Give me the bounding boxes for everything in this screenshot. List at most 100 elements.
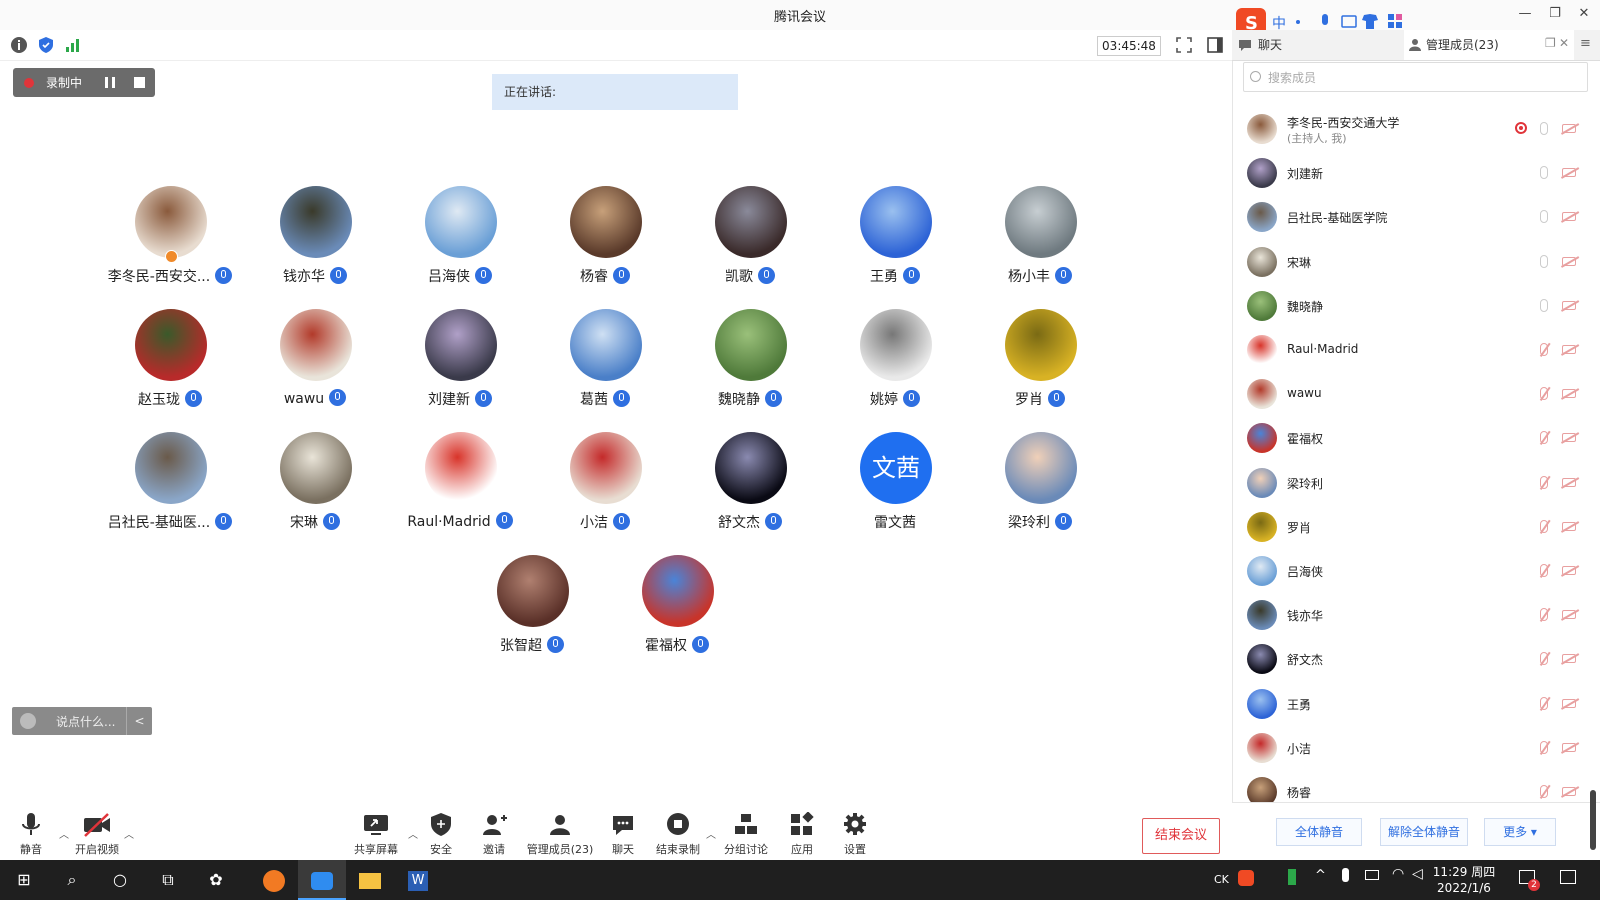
popout-icon[interactable]: ❐ xyxy=(1545,36,1556,50)
mic-muted-icon[interactable] xyxy=(1540,519,1548,533)
mic-muted-icon[interactable] xyxy=(1540,696,1548,710)
member-row[interactable]: 罗肖 xyxy=(1247,506,1587,546)
scrollbar[interactable] xyxy=(1590,790,1596,850)
member-search-input[interactable]: 搜索成员 xyxy=(1243,62,1588,92)
menu-icon[interactable]: ≡ xyxy=(1580,36,1591,51)
video-off-icon[interactable] xyxy=(1562,168,1576,178)
signal-icon[interactable] xyxy=(64,36,82,54)
close-panel-icon[interactable]: ✕ xyxy=(1559,36,1569,50)
participant-tile[interactable]: 罗肖 xyxy=(966,309,1114,425)
participant-tile[interactable]: 刘建新 xyxy=(386,309,534,425)
wifi-icon[interactable]: ◠ xyxy=(1392,866,1404,882)
chevron-up-icon[interactable]: ︿ xyxy=(124,826,134,841)
search-icon[interactable]: ⌕ xyxy=(48,860,96,900)
emoji-icon[interactable] xyxy=(20,713,36,729)
member-row[interactable]: 钱亦华 xyxy=(1247,594,1587,634)
power-icon[interactable] xyxy=(1365,870,1379,880)
file-explorer-icon[interactable] xyxy=(346,860,394,900)
participant-tile[interactable]: 杨小丰 xyxy=(966,186,1114,302)
participant-tile[interactable]: 梁玲利 xyxy=(966,432,1114,548)
video-off-icon[interactable] xyxy=(1562,433,1576,443)
microphone-icon[interactable] xyxy=(1540,166,1548,180)
participant-tile[interactable]: 李冬民-西安交... xyxy=(96,186,244,302)
mute-all-button[interactable]: 全体静音 xyxy=(1276,818,1362,846)
microphone-icon[interactable] xyxy=(1540,210,1548,224)
minimize-button[interactable]: — xyxy=(1515,4,1535,24)
invite-button[interactable]: 邀请 xyxy=(459,812,529,856)
action-center-icon[interactable] xyxy=(1560,870,1576,884)
microphone-icon[interactable] xyxy=(1540,254,1548,268)
info-icon[interactable] xyxy=(10,36,28,54)
mic-muted-icon[interactable] xyxy=(1540,387,1548,401)
video-off-icon[interactable] xyxy=(1562,389,1576,399)
mic-muted-icon[interactable] xyxy=(1540,431,1548,445)
participant-tile[interactable]: 王勇 xyxy=(821,186,969,302)
video-off-icon[interactable] xyxy=(1562,212,1576,222)
video-off-icon[interactable] xyxy=(1562,256,1576,266)
tencent-meeting-icon[interactable] xyxy=(298,860,346,900)
cortana-icon[interactable]: ○ xyxy=(96,860,144,900)
firefox-icon[interactable] xyxy=(250,860,298,900)
manage-members-button[interactable]: 管理成员(23) xyxy=(524,812,596,856)
microphone-icon[interactable] xyxy=(1540,122,1548,135)
microphone-icon[interactable] xyxy=(1540,298,1548,312)
sidebar-toggle-icon[interactable] xyxy=(1206,36,1224,54)
app-icon[interactable]: ✿ xyxy=(192,860,240,900)
video-off-icon[interactable] xyxy=(1562,124,1576,133)
member-row[interactable]: 刘建新 xyxy=(1247,152,1587,192)
member-row[interactable]: 舒文杰 xyxy=(1247,638,1587,678)
video-off-icon[interactable] xyxy=(1562,477,1576,487)
participant-tile[interactable]: 文茜 雷文茜 xyxy=(821,432,969,548)
participant-tile[interactable]: 宋琳 xyxy=(241,432,389,548)
mic-muted-icon[interactable] xyxy=(1540,608,1548,622)
close-button[interactable]: ✕ xyxy=(1574,4,1594,24)
participant-tile[interactable]: 姚婷 xyxy=(821,309,969,425)
member-row[interactable]: 魏晓静 xyxy=(1247,285,1587,325)
member-row[interactable]: 吕社民-基础医学院 xyxy=(1247,196,1587,236)
ime-indicator[interactable]: CK xyxy=(1214,873,1229,886)
mic-muted-icon[interactable] xyxy=(1540,343,1548,356)
stop-recording-button[interactable] xyxy=(128,70,152,95)
end-recording-button[interactable]: 结束录制 xyxy=(643,812,713,856)
participant-tile[interactable]: 葛茜 xyxy=(531,309,679,425)
video-off-icon[interactable] xyxy=(1562,566,1576,575)
video-off-icon[interactable] xyxy=(1562,610,1576,620)
start-video-button[interactable]: 开启视频 xyxy=(62,812,132,856)
tab-chat[interactable]: 聊天 xyxy=(1236,30,1396,60)
mic-muted-icon[interactable] xyxy=(1540,740,1548,754)
participant-tile[interactable]: Raul·Madrid xyxy=(386,432,534,548)
member-row[interactable]: 小洁 xyxy=(1247,727,1587,767)
video-off-icon[interactable] xyxy=(1562,345,1576,354)
member-row[interactable]: 李冬民-西安交通大学 (主持人, 我) xyxy=(1247,108,1587,148)
video-off-icon[interactable] xyxy=(1562,698,1576,708)
participant-tile[interactable]: 凯歌 xyxy=(676,186,824,302)
member-row[interactable]: 霍福权 xyxy=(1247,417,1587,457)
chevron-up-icon[interactable]: ^ xyxy=(1315,868,1326,883)
member-row[interactable]: 吕海侠 xyxy=(1247,550,1587,590)
shield-icon[interactable] xyxy=(37,36,55,54)
unmute-all-button[interactable]: 解除全体静音 xyxy=(1380,818,1468,846)
participant-tile[interactable]: 张智超 xyxy=(458,555,606,671)
participant-tile[interactable]: 小洁 xyxy=(531,432,679,548)
battery-icon[interactable] xyxy=(1288,869,1296,885)
windows-start-icon[interactable]: ⊞ xyxy=(0,860,48,900)
pause-recording-button[interactable] xyxy=(98,70,122,95)
end-meeting-button[interactable]: 结束会议 xyxy=(1142,818,1220,854)
participant-tile[interactable]: 钱亦华 xyxy=(241,186,389,302)
member-row[interactable]: 宋琳 xyxy=(1247,241,1587,281)
participant-tile[interactable]: 吕社民-基础医... xyxy=(96,432,244,548)
video-off-icon[interactable] xyxy=(1562,787,1576,796)
participant-tile[interactable]: 舒文杰 xyxy=(676,432,824,548)
mic-muted-icon[interactable] xyxy=(1540,475,1548,489)
participant-tile[interactable]: 霍福权 xyxy=(603,555,751,671)
restore-button[interactable]: ❐ xyxy=(1545,4,1565,24)
clock[interactable]: 11:29 周四 2022/1/6 xyxy=(1424,864,1504,896)
member-row[interactable]: wawu xyxy=(1247,373,1587,413)
participant-tile[interactable]: 杨睿 xyxy=(531,186,679,302)
task-view-icon[interactable]: ⧉ xyxy=(144,860,192,900)
participant-tile[interactable]: 魏晓静 xyxy=(676,309,824,425)
mic-muted-icon[interactable] xyxy=(1540,564,1548,577)
mic-muted-icon[interactable] xyxy=(1540,785,1548,798)
video-off-icon[interactable] xyxy=(1562,742,1576,752)
participant-tile[interactable]: 吕海侠 xyxy=(386,186,534,302)
